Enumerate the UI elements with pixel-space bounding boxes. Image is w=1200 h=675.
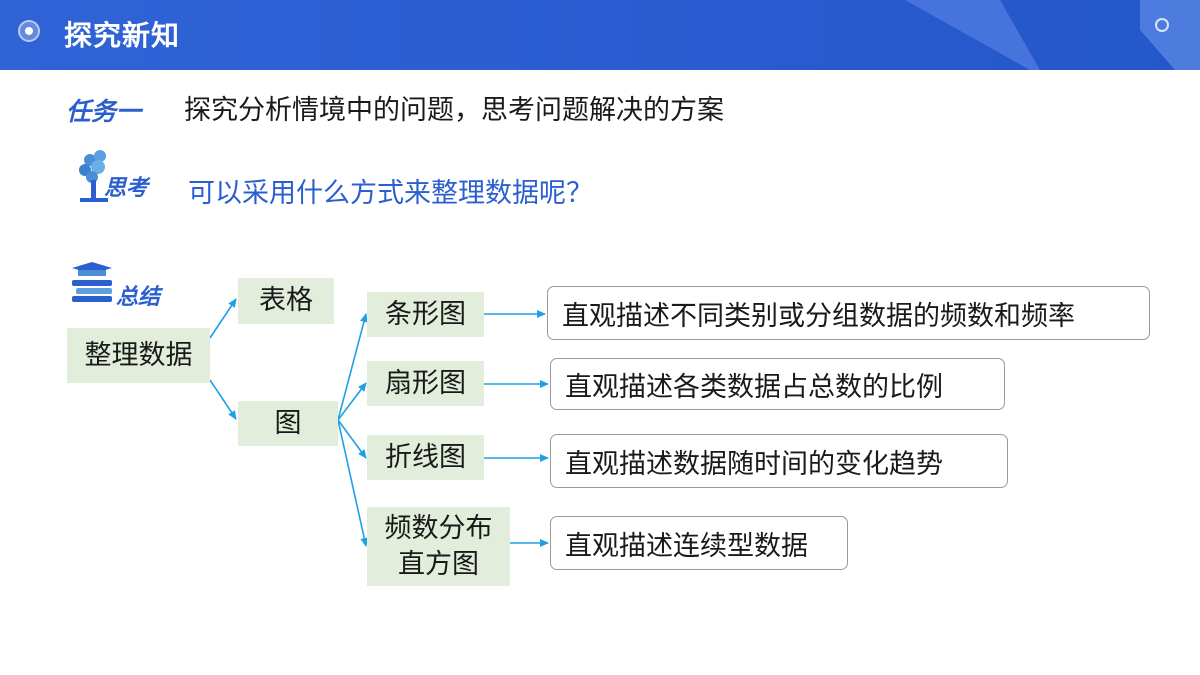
node-chart: 图 (238, 401, 338, 446)
desc-line-chart: 直观描述数据随时间的变化趋势 (550, 434, 1008, 488)
desc-bar-chart: 直观描述不同类别或分组数据的频数和频率 (547, 286, 1150, 340)
node-table: 表格 (238, 278, 334, 324)
arrow-root-chart (209, 379, 237, 420)
node-histogram-line1: 频数分布 (384, 512, 493, 544)
arrow-chart-bar (337, 313, 368, 421)
node-pie-chart: 扇形图 (367, 361, 484, 406)
desc-histogram: 直观描述连续型数据 (550, 516, 848, 570)
desc-pie-chart: 直观描述各类数据占总数的比例 (550, 358, 1005, 410)
node-bar-chart: 条形图 (367, 292, 484, 337)
node-histogram: 频数分布 直方图 (367, 507, 510, 586)
node-line-chart: 折线图 (367, 435, 484, 480)
node-root: 整理数据 (67, 328, 210, 383)
node-histogram-line2: 直方图 (398, 548, 479, 580)
arrow-root-table (209, 298, 237, 339)
